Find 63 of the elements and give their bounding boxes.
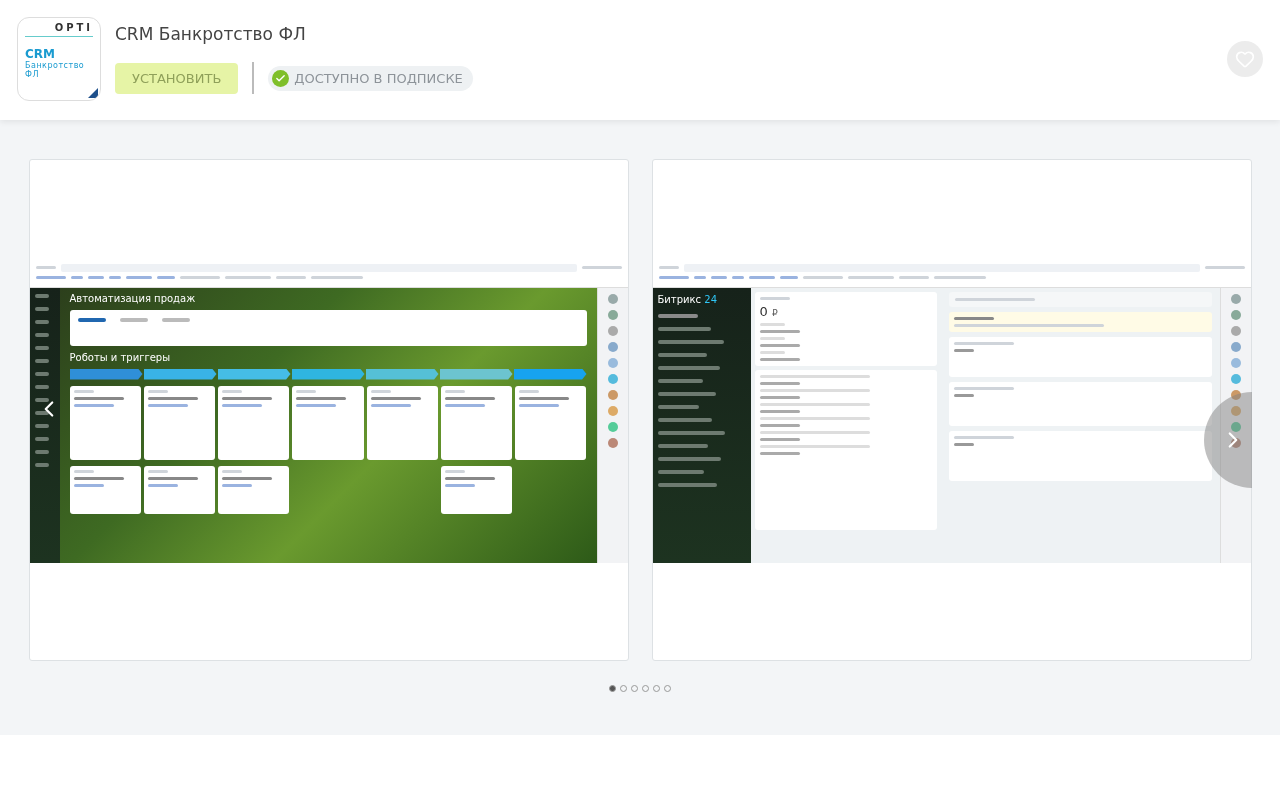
rail-icon[interactable]: [1230, 357, 1241, 368]
robot-card[interactable]: [218, 385, 290, 460]
menu-item[interactable]: [657, 326, 711, 331]
robot-card[interactable]: [218, 465, 290, 514]
rail-icon[interactable]: [1230, 309, 1241, 320]
stage-chip[interactable]: [365, 368, 439, 380]
robot-card[interactable]: [440, 385, 513, 460]
rail-icon[interactable]: [1230, 389, 1241, 400]
robot-card[interactable]: [69, 385, 141, 460]
app-logo: OPTI CRM Банкротство ФЛ: [17, 17, 101, 101]
robot-card[interactable]: [143, 465, 216, 514]
rail-icon[interactable]: [607, 389, 618, 400]
check-icon: [272, 69, 290, 87]
menu-item[interactable]: [657, 430, 725, 435]
robot-card[interactable]: [440, 465, 513, 514]
comment-field[interactable]: [948, 291, 1212, 307]
rail-icon[interactable]: [1230, 341, 1241, 352]
menu-item[interactable]: [657, 443, 708, 448]
stage-chip[interactable]: [513, 368, 587, 380]
menu-item[interactable]: [657, 378, 703, 383]
robot-card[interactable]: [69, 465, 141, 514]
stage-chip[interactable]: [69, 368, 143, 380]
menu-item[interactable]: [657, 391, 716, 396]
robot-card[interactable]: [515, 385, 587, 460]
menu-item[interactable]: [657, 417, 712, 422]
app-title: CRM Банкротство ФЛ: [115, 24, 307, 44]
carousel-dot[interactable]: [609, 685, 616, 692]
rail-icon[interactable]: [607, 357, 618, 368]
tab[interactable]: [77, 317, 106, 322]
amount-value: 0 ₽: [759, 303, 779, 319]
robot-card[interactable]: [292, 385, 364, 460]
robot-card[interactable]: [366, 385, 438, 460]
menu-item[interactable]: [657, 352, 707, 357]
rail-icon[interactable]: [607, 405, 618, 416]
rail-icon[interactable]: [1230, 405, 1241, 416]
menu-item[interactable]: [657, 469, 704, 474]
rail-icon[interactable]: [607, 309, 618, 320]
menu-item[interactable]: [657, 339, 724, 344]
rail-icon[interactable]: [607, 293, 618, 304]
subscription-text: ДОСТУПНО В ПОДПИСКЕ: [294, 70, 463, 86]
stage-chip[interactable]: [291, 368, 365, 380]
stage-chip[interactable]: [217, 368, 291, 380]
menu-item[interactable]: [657, 404, 699, 409]
rail-icon[interactable]: [1230, 293, 1241, 304]
section-heading: Роботы и триггеры: [69, 351, 172, 363]
stage-chip[interactable]: [439, 368, 513, 380]
bitrix-logo: Битрикс 24: [657, 293, 718, 305]
robot-card[interactable]: [143, 385, 216, 460]
rail-icon[interactable]: [1230, 421, 1241, 432]
rail-icon[interactable]: [607, 421, 618, 432]
rail-icon[interactable]: [607, 373, 618, 384]
stage-chip[interactable]: [143, 368, 217, 380]
menu-item[interactable]: [657, 365, 720, 370]
rail-icon[interactable]: [607, 437, 618, 448]
page-title: Автоматизация продаж: [69, 292, 197, 304]
menu-item[interactable]: [657, 456, 721, 461]
rail-icon[interactable]: [607, 341, 618, 352]
menu-item[interactable]: [657, 482, 717, 487]
rail-icon[interactable]: [607, 325, 618, 336]
menu-item[interactable]: [657, 313, 698, 318]
rail-icon[interactable]: [1230, 437, 1241, 448]
rail-icon[interactable]: [1230, 373, 1241, 384]
rail-icon[interactable]: [1230, 325, 1241, 336]
